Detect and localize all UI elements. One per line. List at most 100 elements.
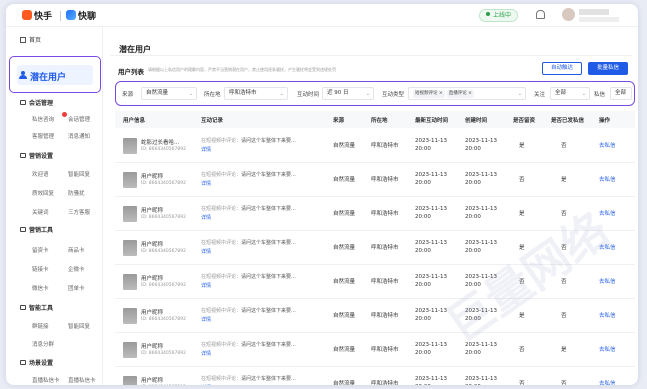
- send-message-link[interactable]: 去私信: [599, 345, 616, 353]
- logo-divider: [60, 11, 61, 21]
- filter-time-select[interactable]: 近 90 日 ⌄: [322, 87, 374, 100]
- interaction-record: 在短视频中评论：请问这个车整体下来要...: [201, 239, 319, 246]
- user-name[interactable]: 用户昵称: [141, 240, 201, 248]
- source-cell: 自然流量: [333, 279, 356, 285]
- user-name[interactable]: 用户昵称: [141, 376, 201, 384]
- user-thumbnail[interactable]: [123, 172, 137, 188]
- record-detail-link[interactable]: 详情: [201, 214, 211, 221]
- sidebar-item-home[interactable]: 首页: [20, 35, 41, 44]
- record-detail-link[interactable]: 详情: [201, 180, 211, 187]
- kuaishou-logo[interactable]: 快手: [22, 9, 52, 22]
- create-time: 20:00: [465, 384, 481, 385]
- latest-time: 20:00: [415, 180, 431, 186]
- sidebar-section-smart-tools[interactable]: 智能工具: [20, 303, 53, 312]
- user-thumbnail[interactable]: [123, 376, 137, 385]
- record-detail-link[interactable]: 详情: [201, 248, 211, 255]
- user-id: ID: 8664340567892: [141, 351, 186, 356]
- table-row: 用户昵称ID: 8664340567892 在短视频中评论：请问这个车整体下来要.…: [115, 333, 635, 367]
- sidebar-item-third-party-cs[interactable]: 三方客服: [68, 208, 90, 216]
- filter-follow-select[interactable]: 全部 ⌄: [550, 87, 590, 100]
- user-name[interactable]: 用户昵称: [141, 172, 201, 180]
- user-name[interactable]: 用户昵称: [141, 274, 201, 282]
- column-header: 来源: [333, 118, 345, 124]
- user-thumbnail[interactable]: [123, 206, 137, 222]
- record-text: 请问这个车整体下来要...: [241, 274, 296, 280]
- latest-time-cell: 2023-11-13 20:00: [415, 239, 447, 255]
- sidebar-item-wecom-card[interactable]: 企微卡: [68, 265, 85, 273]
- user-name[interactable]: 用户昵称: [141, 206, 201, 214]
- latest-time-cell: 2023-11-13 20:00: [415, 375, 447, 385]
- filter-source-select[interactable]: 自然流量 ⌄: [141, 87, 197, 100]
- user-thumbnail[interactable]: [123, 308, 137, 324]
- send-message-link[interactable]: 去私信: [599, 311, 616, 319]
- send-message-link[interactable]: 去私信: [599, 277, 616, 285]
- app-window: 快手 快聊 上线中 首页 潜在用户 会话管理 私信咨询 会话管理 客服管理 消息…: [6, 4, 638, 385]
- send-message-link[interactable]: 去私信: [599, 141, 616, 149]
- type-tag[interactable]: 短视频评论 ×: [413, 90, 445, 98]
- send-message-link[interactable]: 去私信: [599, 175, 616, 183]
- sidebar-item-cs-manage[interactable]: 客服管理: [32, 132, 54, 140]
- bell-icon[interactable]: [536, 10, 545, 19]
- send-message-link[interactable]: 去私信: [599, 209, 616, 217]
- sidebar-item-lead-card[interactable]: 留资卡: [32, 246, 49, 254]
- sidebar-item-group-deal-card[interactable]: 团单卡: [68, 284, 85, 292]
- filter-location-select[interactable]: 呼和浩特市 ⌄: [224, 87, 288, 100]
- column-header: 是否留资: [513, 118, 536, 124]
- sidebar-item-smart-reply[interactable]: 智能回复: [68, 170, 90, 178]
- user-thumbnail[interactable]: [123, 274, 137, 290]
- send-message-link[interactable]: 去私信: [599, 243, 616, 251]
- sidebar-item-welcome[interactable]: 欢迎语: [32, 170, 49, 178]
- sidebar-section-marketing-tools[interactable]: 营销工具: [20, 225, 53, 234]
- auto-reach-button[interactable]: 自动触达: [542, 62, 582, 75]
- filter-follow-value: 全部: [555, 90, 567, 96]
- sidebar-item-notifications[interactable]: 消息通知: [68, 132, 90, 140]
- filter-message-select[interactable]: 全部: [610, 87, 632, 100]
- record-text: 请问这个车整体下来要...: [241, 240, 296, 246]
- sidebar-section-session[interactable]: 会话管理: [20, 98, 53, 107]
- type-tag-label: 直播评论: [448, 91, 467, 96]
- sidebar-item-wechat-card[interactable]: 微信卡: [32, 284, 49, 292]
- record-detail-link[interactable]: 详情: [201, 350, 211, 357]
- sidebar-item-potential-users[interactable]: 潜在用户: [17, 65, 93, 85]
- sidebar-item-smart-reply-2[interactable]: 智能回复: [68, 322, 90, 330]
- sidebar-item-message-group[interactable]: 消息分群: [32, 340, 54, 348]
- sidebar-item-live-msg-card-2[interactable]: 直播私信卡: [68, 376, 96, 384]
- sidebar-item-keywords[interactable]: 关键词: [32, 208, 49, 216]
- sidebar-section-marketing-settings[interactable]: 营销设置: [20, 151, 53, 160]
- sidebar-item-product-card[interactable]: 商品卡: [68, 246, 85, 254]
- record-detail-link[interactable]: 详情: [201, 282, 211, 289]
- avatar[interactable]: [562, 8, 575, 21]
- user-name[interactable]: 蛇影过长看哈...: [141, 138, 201, 146]
- user-thumbnail[interactable]: [123, 240, 137, 256]
- sidebar-section-scene-settings[interactable]: 场景设置: [20, 358, 53, 367]
- sidebar-item-private-consult[interactable]: 私信咨询: [32, 115, 54, 123]
- user-name[interactable]: 用户昵称: [141, 342, 201, 350]
- send-message-link[interactable]: 去私信: [599, 379, 616, 385]
- user-thumbnail[interactable]: [123, 138, 137, 154]
- record-detail-link[interactable]: 详情: [201, 316, 211, 323]
- sidebar-item-link-card[interactable]: 链接卡: [32, 265, 49, 273]
- create-time-cell: 2023-11-13 20:00: [465, 307, 497, 323]
- sidebar-item-group-link[interactable]: 群链接: [32, 322, 49, 330]
- users-icon: [19, 71, 28, 79]
- user-name[interactable]: 用户昵称: [141, 308, 201, 316]
- create-date: 2023-11-13: [465, 342, 497, 348]
- record-detail-link[interactable]: 详情: [201, 384, 211, 385]
- type-tag[interactable]: 直播评论 ×: [446, 90, 474, 98]
- sidebar-item-session-manage[interactable]: 会话管理: [68, 115, 90, 123]
- user-thumbnail[interactable]: [123, 342, 137, 358]
- sidebar-item-anti-harass[interactable]: 防骚扰: [68, 189, 85, 197]
- online-status-toggle[interactable]: 上线中: [479, 9, 519, 22]
- user-name-block[interactable]: [579, 8, 629, 22]
- record-detail-link[interactable]: 详情: [201, 146, 211, 153]
- latest-date: 2023-11-13: [415, 240, 447, 246]
- sidebar-item-quality-reply[interactable]: 质效回复: [32, 189, 54, 197]
- product-logo[interactable]: 快聊: [66, 9, 96, 22]
- batch-message-button[interactable]: 批量私信: [588, 62, 628, 75]
- latest-date: 2023-11-13: [415, 206, 447, 212]
- filter-type-select[interactable]: 短视频评论 × 直播评论 × ⌄: [408, 87, 526, 100]
- location-cell: 呼和浩特市: [371, 347, 399, 353]
- create-time: 20:00: [465, 214, 481, 220]
- chevron-down-icon: ⌄: [279, 91, 284, 97]
- sidebar-item-live-msg-card[interactable]: 直播私信卡: [32, 376, 60, 384]
